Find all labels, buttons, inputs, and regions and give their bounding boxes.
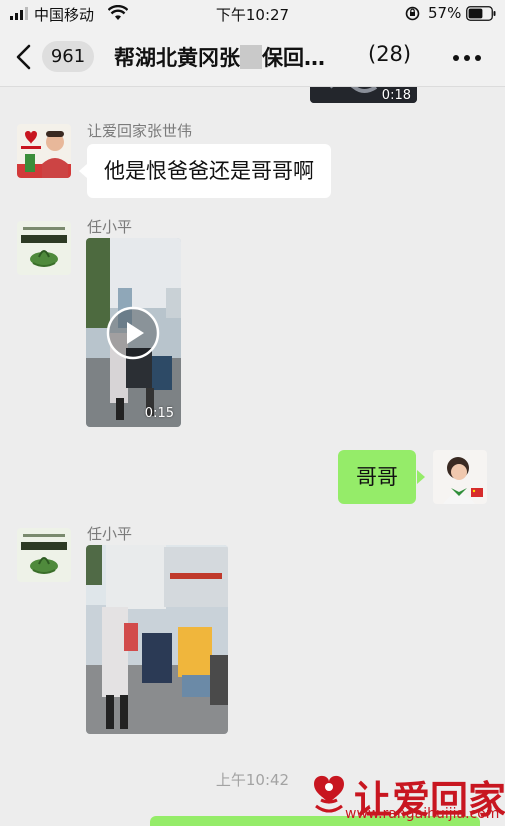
image-message[interactable] (86, 545, 228, 734)
photo-thumbnail (86, 545, 228, 734)
title-redaction (240, 45, 262, 69)
battery-icon (466, 6, 496, 21)
bubble-tail (79, 164, 87, 178)
chat-header: 961 帮湖北黄冈张 保回… (28) (0, 28, 505, 87)
avatar[interactable] (17, 528, 71, 582)
avatar-image (17, 528, 71, 582)
avatar-image (433, 450, 487, 504)
video-duration: 0:18 (381, 88, 411, 103)
video-duration: 0:15 (144, 406, 174, 421)
message-text: 哥哥 (356, 465, 398, 489)
sender-name: 任小平 (87, 525, 133, 543)
status-bar: 中国移动 下午10:27 57% (0, 0, 505, 28)
message-bubble[interactable]: 他是恨爸爸还是哥哥啊 (87, 144, 331, 198)
unread-count-badge[interactable]: 961 (42, 41, 94, 72)
back-icon[interactable] (14, 44, 32, 70)
video-message[interactable]: 0:18 (310, 87, 417, 103)
avatar[interactable] (17, 124, 71, 178)
avatar[interactable] (17, 221, 71, 275)
chat-title[interactable]: 帮湖北黄冈张 保回… (114, 42, 325, 72)
chat-area[interactable]: 0:18 让爱回家张世伟 他是恨爸爸还是哥哥啊 任小平 0:15 哥哥 任小平 … (0, 87, 505, 826)
message-text: 他是恨爸爸还是哥哥啊 (104, 159, 314, 183)
sender-name: 让爱回家张世伟 (87, 122, 193, 140)
rotation-lock-icon (405, 6, 420, 21)
avatar[interactable] (433, 450, 487, 504)
chat-title-suffix: 保回… (262, 46, 325, 70)
watermark-url: www.rangaihuijia.com (345, 806, 500, 822)
battery-percent: 57% (428, 4, 462, 22)
sender-name: 任小平 (87, 218, 133, 236)
more-icon[interactable] (452, 54, 482, 62)
message-bubble[interactable]: 哥哥 (338, 450, 416, 504)
video-message[interactable]: 0:15 (86, 238, 181, 427)
avatar-image (17, 221, 71, 275)
bubble-tail (417, 470, 425, 484)
chat-title-text: 帮湖北黄冈张 (114, 46, 240, 70)
avatar-image (17, 124, 71, 178)
play-icon[interactable] (106, 306, 160, 360)
member-count: (28) (368, 42, 412, 66)
